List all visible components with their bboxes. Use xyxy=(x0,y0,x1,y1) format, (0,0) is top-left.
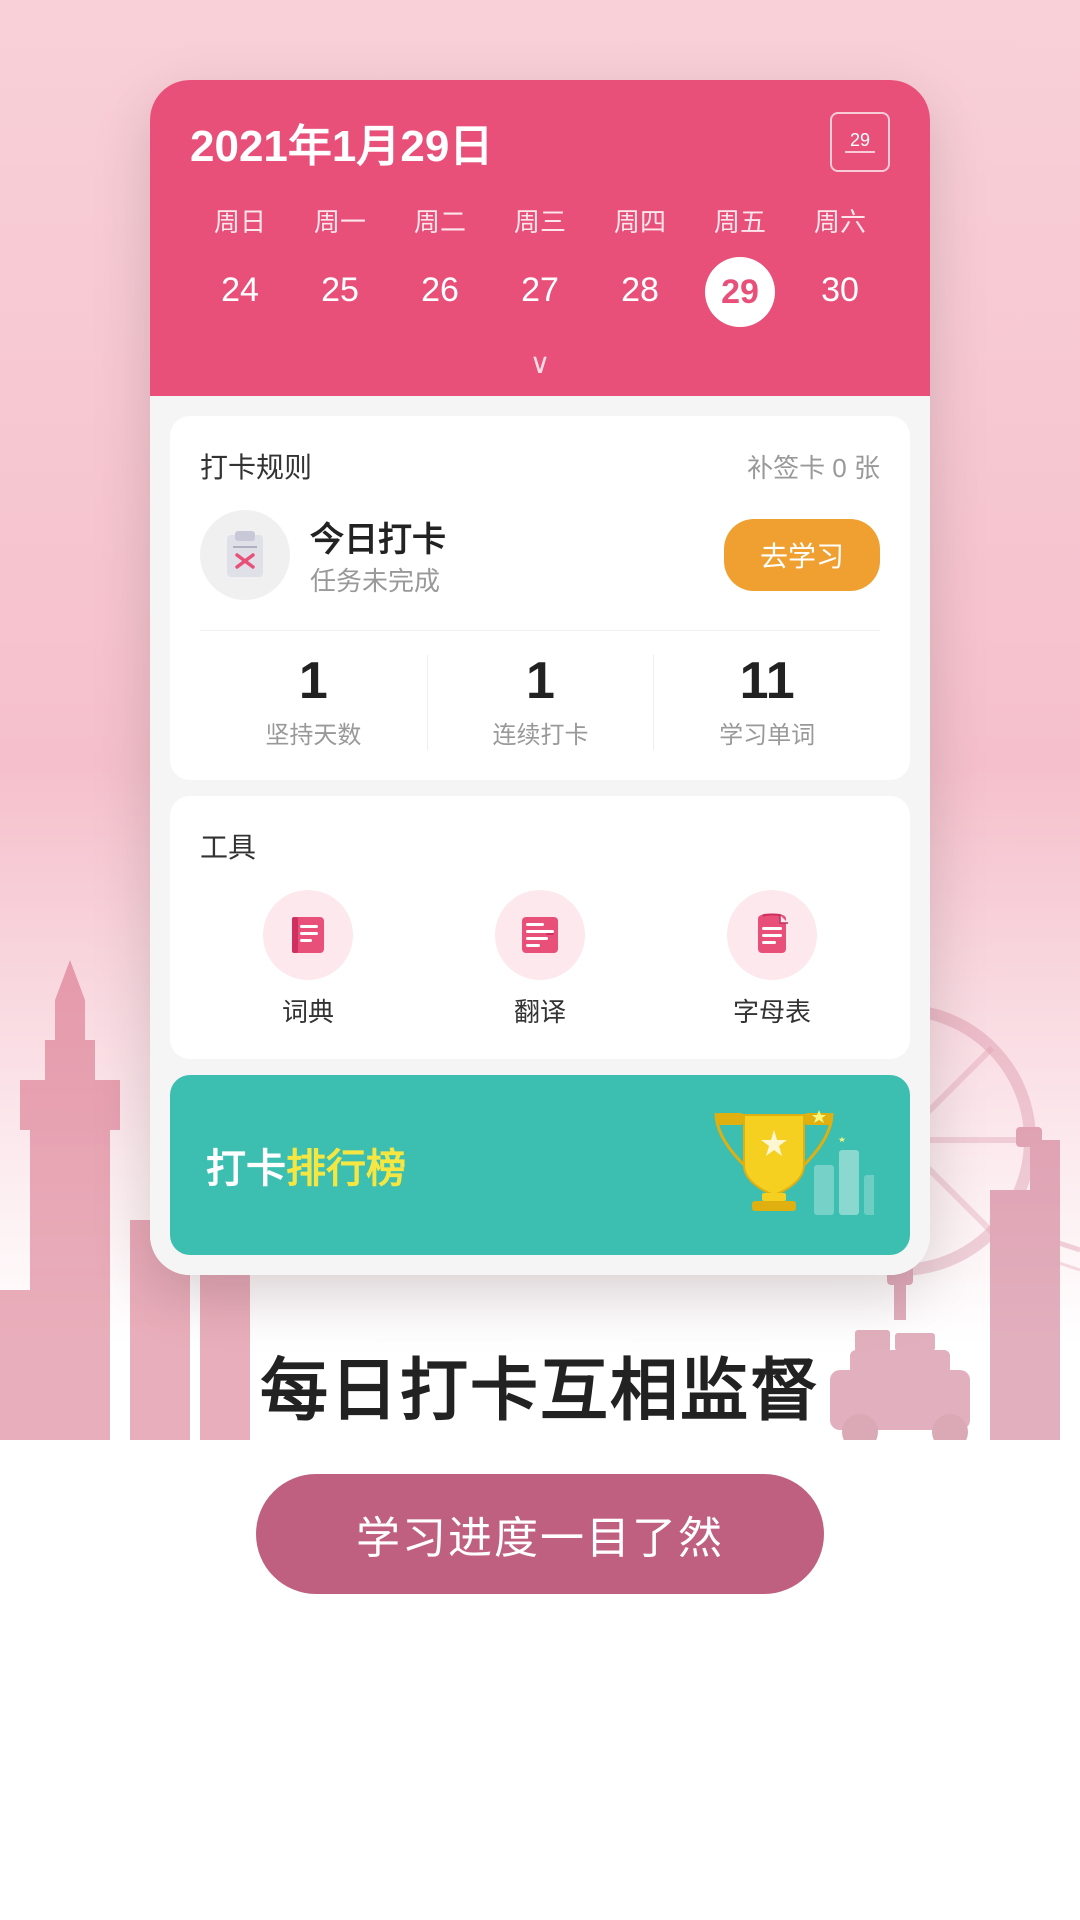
checkin-task-label: 任务未完成 xyxy=(310,561,724,598)
stat-streak: 1 连续打卡 xyxy=(427,655,654,750)
calendar-icon[interactable]: 29 xyxy=(830,112,890,172)
weekday-6: 周六 xyxy=(790,194,890,247)
stat-label-2: 学习单词 xyxy=(719,715,815,750)
weekday-2: 周二 xyxy=(390,194,490,247)
stat-number-0: 1 xyxy=(299,655,328,707)
stat-number-2: 11 xyxy=(740,655,795,707)
chevron-down-icon: ∨ xyxy=(530,348,551,379)
bottom-section: 每日打卡互相监督 学习进度一目了然 xyxy=(176,1275,904,1644)
date-27[interactable]: 27 xyxy=(490,257,590,327)
tool-icon-wrap-dictionary xyxy=(263,890,353,980)
tools-grid: 词典 xyxy=(200,890,880,1029)
leaderboard-title: 打卡排行榜 xyxy=(206,1136,406,1194)
stat-label-0: 坚持天数 xyxy=(265,715,361,750)
checkin-header: 打卡规则 补签卡 0 张 xyxy=(200,446,880,486)
date-29-active[interactable]: 29 xyxy=(705,257,775,327)
chevron-row[interactable]: ∨ xyxy=(190,337,890,396)
stat-words: 11 学习单词 xyxy=(653,655,880,750)
tool-alphabet[interactable]: 字母表 xyxy=(664,890,880,1029)
phone-card: 2021年1月29日 29 周日 周一 周二 周三 周四 周五 周六 24 25… xyxy=(150,80,930,1275)
checkin-today-label: 今日打卡 xyxy=(310,512,724,561)
weekday-4: 周四 xyxy=(590,194,690,247)
tool-label-dictionary: 词典 xyxy=(282,992,334,1029)
tool-icon-wrap-translate xyxy=(495,890,585,980)
tool-translate[interactable]: 翻译 xyxy=(432,890,648,1029)
main-slogan: 每日打卡互相监督 xyxy=(256,1335,824,1434)
leaderboard-text-plain: 打卡 xyxy=(206,1147,286,1191)
stat-number-1: 1 xyxy=(526,655,555,707)
date-30[interactable]: 30 xyxy=(790,257,890,327)
tool-dictionary[interactable]: 词典 xyxy=(200,890,416,1029)
tool-label-alphabet: 字母表 xyxy=(733,992,811,1029)
calendar-header: 2021年1月29日 29 周日 周一 周二 周三 周四 周五 周六 24 25… xyxy=(150,80,930,396)
tool-label-translate: 翻译 xyxy=(514,992,566,1029)
trophy-area xyxy=(674,1105,874,1225)
calendar-icon-label: 29 xyxy=(850,131,870,149)
cards-container: 打卡规则 补签卡 0 张 xyxy=(150,396,930,1275)
tool-icon-wrap-alphabet xyxy=(727,890,817,980)
date-28[interactable]: 28 xyxy=(590,257,690,327)
checkin-rules-label: 打卡规则 xyxy=(200,446,312,486)
leaderboard-text-highlight: 排行榜 xyxy=(286,1147,406,1191)
cta-button[interactable]: 学习进度一目了然 xyxy=(256,1474,824,1594)
stat-label-1: 连续打卡 xyxy=(492,715,588,750)
weekday-row: 周日 周一 周二 周三 周四 周五 周六 xyxy=(190,194,890,247)
weekday-3: 周三 xyxy=(490,194,590,247)
stats-row: 1 坚持天数 1 连续打卡 11 学习单词 xyxy=(200,630,880,750)
date-26[interactable]: 26 xyxy=(390,257,490,327)
calendar-date: 2021年1月29日 xyxy=(190,110,493,174)
go-study-button[interactable]: 去学习 xyxy=(724,519,880,591)
tools-title: 工具 xyxy=(200,826,880,866)
leaderboard-banner[interactable]: 打卡排行榜 xyxy=(170,1075,910,1255)
checkin-today-row: 今日打卡 任务未完成 去学习 xyxy=(200,510,880,600)
weekday-0: 周日 xyxy=(190,194,290,247)
weekday-5: 周五 xyxy=(690,194,790,247)
date-24[interactable]: 24 xyxy=(190,257,290,327)
checkin-text-group: 今日打卡 任务未完成 xyxy=(310,512,724,598)
tools-card: 工具 词典 xyxy=(170,796,910,1059)
stat-persistence: 1 坚持天数 xyxy=(200,655,427,750)
checkin-task-icon xyxy=(200,510,290,600)
weekday-1: 周一 xyxy=(290,194,390,247)
checkin-card: 打卡规则 补签卡 0 张 xyxy=(170,416,910,780)
date-row: 24 25 26 27 28 29 30 xyxy=(190,257,890,337)
checkin-supplement-label: 补签卡 0 张 xyxy=(747,448,880,485)
date-25[interactable]: 25 xyxy=(290,257,390,327)
